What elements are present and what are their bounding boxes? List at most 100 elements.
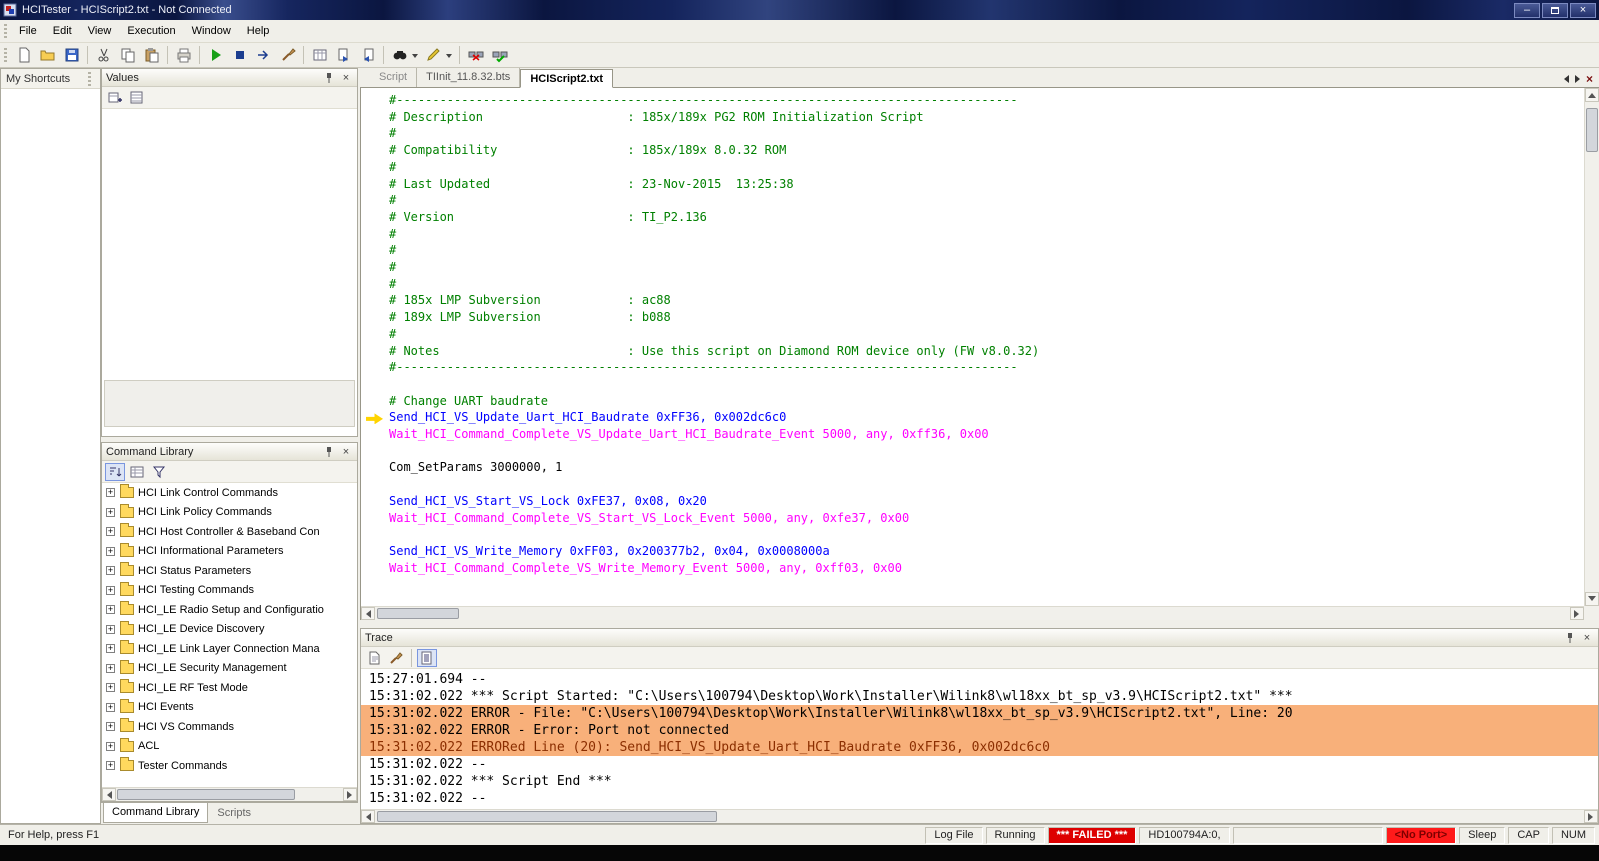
scroll-right-icon[interactable] bbox=[1570, 607, 1584, 620]
editor-line[interactable]: # bbox=[361, 326, 1584, 343]
find-icon[interactable] bbox=[388, 44, 411, 66]
editor-line[interactable] bbox=[361, 376, 1584, 393]
tree-item[interactable]: + Tester Commands bbox=[102, 756, 357, 776]
editor-line[interactable]: Send_HCI_VS_Start_VS_Lock 0xFE37, 0x08, … bbox=[361, 493, 1584, 510]
editor-tab-1[interactable]: TIInit_11.8.32.bts bbox=[417, 68, 521, 87]
expand-icon[interactable]: + bbox=[106, 527, 115, 537]
tree-item[interactable]: + HCI Events bbox=[102, 698, 357, 718]
send-wait-icon[interactable] bbox=[356, 44, 379, 66]
expand-icon[interactable]: + bbox=[106, 722, 115, 732]
editor-line[interactable]: Com_SetParams 3000000, 1 bbox=[361, 459, 1584, 476]
hscroll-thumb[interactable] bbox=[377, 811, 717, 822]
editor-line[interactable]: Wait_HCI_Command_Complete_VS_Write_Memor… bbox=[361, 560, 1584, 577]
editor-tab-0[interactable]: Script bbox=[370, 68, 418, 87]
scroll-tabs-left-icon[interactable] bbox=[1563, 75, 1569, 83]
clear-trace-icon[interactable] bbox=[386, 649, 406, 667]
print-icon[interactable] bbox=[172, 44, 195, 66]
tree-item[interactable]: + HCI Host Controller & Baseband Con bbox=[102, 522, 357, 542]
expand-icon[interactable]: + bbox=[106, 624, 115, 634]
scroll-right-icon[interactable] bbox=[343, 788, 357, 801]
menu-item-view[interactable]: View bbox=[80, 21, 120, 41]
my-shortcuts-header[interactable]: My Shortcuts bbox=[1, 69, 100, 89]
values-close-icon[interactable]: × bbox=[339, 71, 353, 85]
scroll-left-icon[interactable] bbox=[361, 810, 375, 823]
editor-line[interactable]: Wait_HCI_Command_Complete_VS_Update_Uart… bbox=[361, 426, 1584, 443]
find-dropdown-icon[interactable] bbox=[412, 53, 418, 61]
list-view-icon[interactable] bbox=[127, 463, 147, 481]
editor-line[interactable]: # Compatibility : 185x/189x 8.0.32 ROM bbox=[361, 142, 1584, 159]
editor-line[interactable]: # bbox=[361, 125, 1584, 142]
command-library-pin-icon[interactable] bbox=[322, 445, 336, 459]
values-body[interactable] bbox=[102, 109, 357, 436]
highlight-dropdown-icon[interactable] bbox=[446, 53, 452, 61]
values-pin-icon[interactable] bbox=[322, 71, 336, 85]
paste-icon[interactable] bbox=[140, 44, 163, 66]
highlight-icon[interactable] bbox=[422, 44, 445, 66]
tree-item[interactable]: + HCI Link Control Commands bbox=[102, 483, 357, 503]
editor-line[interactable]: #---------------------------------------… bbox=[361, 359, 1584, 376]
trace-hscrollbar[interactable] bbox=[361, 809, 1598, 823]
app-icon[interactable] bbox=[3, 3, 17, 17]
maximize-button[interactable] bbox=[1542, 2, 1568, 18]
hscroll-thumb[interactable] bbox=[377, 608, 459, 619]
editor-line[interactable]: # Notes : Use this script on Diamond ROM… bbox=[361, 343, 1584, 360]
trace-lines[interactable]: 15:27:01.694 -- 15:31:02.022 *** Script S… bbox=[361, 669, 1598, 809]
editor-line[interactable] bbox=[361, 476, 1584, 493]
tree-item[interactable]: + HCI Status Parameters bbox=[102, 561, 357, 581]
autoscroll-toggle-icon[interactable] bbox=[417, 648, 437, 667]
title-bar[interactable]: HCITester - HCIScript2.txt - Not Connect… bbox=[0, 0, 1599, 20]
editor-line[interactable]: # bbox=[361, 159, 1584, 176]
expand-icon[interactable]: + bbox=[106, 605, 115, 615]
tree-item[interactable]: + HCI_LE RF Test Mode bbox=[102, 678, 357, 698]
editor-line[interactable]: # 189x LMP Subversion : b088 bbox=[361, 309, 1584, 326]
toolbar-grip[interactable] bbox=[4, 48, 7, 62]
editor-line[interactable]: # Version : TI_P2.136 bbox=[361, 209, 1584, 226]
sort-icon[interactable] bbox=[105, 462, 125, 481]
editor-line[interactable]: Wait_HCI_Command_Complete_VS_Start_VS_Lo… bbox=[361, 510, 1584, 527]
expand-icon[interactable]: + bbox=[106, 663, 115, 673]
trace-close-icon[interactable]: × bbox=[1580, 631, 1594, 645]
trace-pin-icon[interactable] bbox=[1563, 631, 1577, 645]
command-library-hscrollbar[interactable] bbox=[102, 787, 357, 801]
editor-line[interactable]: # bbox=[361, 242, 1584, 259]
editor-line[interactable] bbox=[361, 443, 1584, 460]
menu-item-window[interactable]: Window bbox=[184, 21, 239, 41]
expand-icon[interactable]: + bbox=[106, 761, 115, 771]
clear-icon[interactable] bbox=[276, 44, 299, 66]
menu-item-execution[interactable]: Execution bbox=[119, 21, 183, 41]
expand-icon[interactable]: + bbox=[106, 702, 115, 712]
my-shortcuts-grip[interactable] bbox=[88, 71, 91, 86]
open-file-icon[interactable] bbox=[36, 44, 59, 66]
command-library-close-icon[interactable]: × bbox=[339, 445, 353, 459]
tree-item[interactable]: + HCI_LE Radio Setup and Configuratio bbox=[102, 600, 357, 620]
scroll-right-icon[interactable] bbox=[1584, 810, 1598, 823]
stop-script-icon[interactable] bbox=[228, 44, 251, 66]
disconnect-icon[interactable] bbox=[464, 44, 487, 66]
editor-line[interactable]: Send_HCI_VS_Update_Uart_HCI_Baudrate 0xF… bbox=[361, 409, 1584, 426]
editor-tab-2[interactable]: HCIScript2.txt bbox=[520, 69, 614, 88]
expand-icon[interactable]: + bbox=[106, 644, 115, 654]
scroll-down-icon[interactable] bbox=[1585, 592, 1599, 606]
hscroll-thumb[interactable] bbox=[117, 789, 295, 800]
cut-icon[interactable] bbox=[92, 44, 115, 66]
minimize-button[interactable]: – bbox=[1514, 2, 1540, 18]
close-button[interactable]: × bbox=[1570, 2, 1596, 18]
scroll-left-icon[interactable] bbox=[102, 788, 116, 801]
values-header[interactable]: Values × bbox=[102, 69, 357, 87]
scroll-left-icon[interactable] bbox=[361, 607, 375, 620]
tree-item[interactable]: + HCI VS Commands bbox=[102, 717, 357, 737]
tree-item[interactable]: + HCI_LE Device Discovery bbox=[102, 620, 357, 640]
left-tab-command-library[interactable]: Command Library bbox=[103, 803, 209, 823]
tree-item[interactable]: + HCI Informational Parameters bbox=[102, 542, 357, 562]
copy-trace-icon[interactable] bbox=[364, 649, 384, 667]
new-file-icon[interactable] bbox=[12, 44, 35, 66]
editor-line[interactable]: # Last Updated : 23-Nov-2015 13:25:38 bbox=[361, 176, 1584, 193]
run-script-icon[interactable] bbox=[204, 44, 227, 66]
expand-icon[interactable]: + bbox=[106, 741, 115, 751]
trace-header[interactable]: Trace × bbox=[361, 629, 1598, 647]
editor-hscrollbar[interactable] bbox=[361, 606, 1584, 620]
menu-item-file[interactable]: File bbox=[11, 21, 45, 41]
save-icon[interactable] bbox=[60, 44, 83, 66]
expand-icon[interactable]: + bbox=[106, 683, 115, 693]
menu-item-edit[interactable]: Edit bbox=[45, 21, 80, 41]
